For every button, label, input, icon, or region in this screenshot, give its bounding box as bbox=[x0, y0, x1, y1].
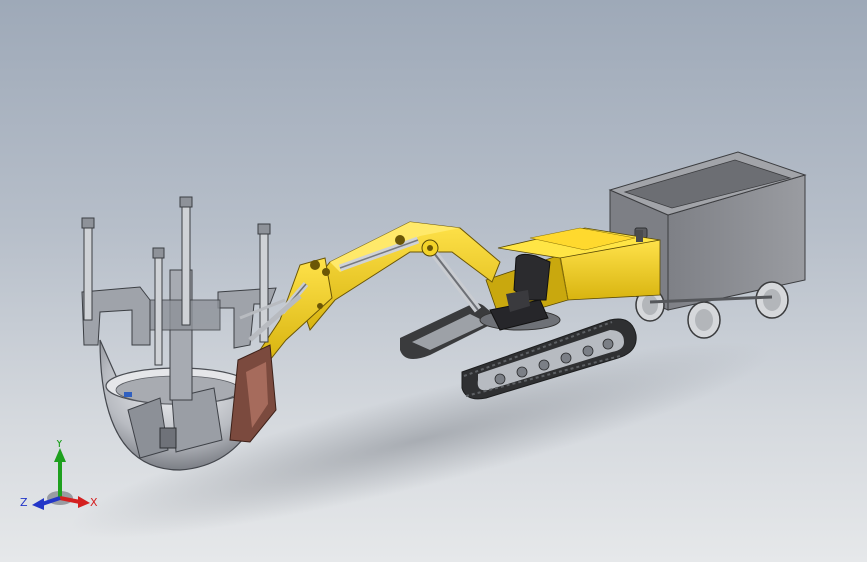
z-axis-label: Z bbox=[20, 496, 28, 509]
excavator-boom[interactable] bbox=[259, 221, 501, 361]
hydraulic-cylinder bbox=[152, 247, 165, 366]
cart-wheel bbox=[687, 301, 721, 339]
graphics-viewport[interactable]: Y X Z bbox=[0, 0, 867, 562]
y-axis-label: Y bbox=[55, 440, 63, 450]
hydraulic-cylinder bbox=[81, 217, 95, 321]
hydraulic-cylinder bbox=[179, 196, 193, 326]
excavator-assembly-model[interactable] bbox=[0, 0, 867, 562]
coordinate-triad-icon[interactable]: Y X Z bbox=[18, 437, 108, 520]
tree-spade-attachment[interactable] bbox=[81, 196, 302, 471]
crawler-track-rear[interactable] bbox=[400, 303, 500, 359]
cart-wheel bbox=[755, 281, 789, 319]
x-axis-label: X bbox=[90, 496, 98, 509]
